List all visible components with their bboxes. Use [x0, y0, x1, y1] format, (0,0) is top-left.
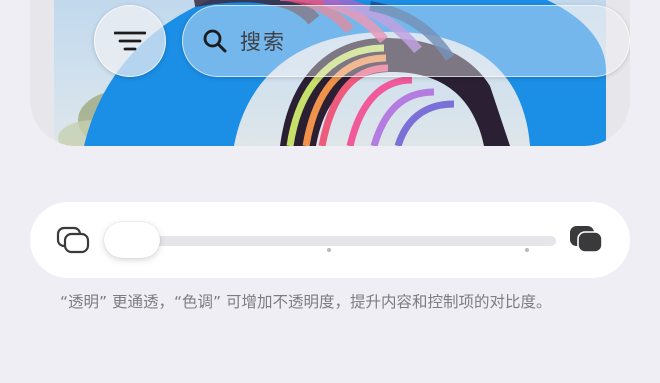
- search-placeholder: 搜索: [240, 30, 286, 54]
- filter-lines-icon: [114, 31, 146, 51]
- slider-tick: [327, 248, 331, 252]
- magnifier-icon: [203, 29, 227, 53]
- preview-phone: 搜索: [30, 0, 630, 146]
- appearance-slider-card: [30, 202, 630, 278]
- filter-button[interactable]: [94, 5, 166, 77]
- appearance-slider-track[interactable]: [104, 236, 556, 246]
- appearance-slider-knob[interactable]: [104, 222, 160, 258]
- slider-tick: [525, 248, 529, 252]
- transparent-layers-icon[interactable]: [56, 226, 90, 254]
- search-bar[interactable]: 搜索: [182, 5, 630, 77]
- appearance-footnote: “透明” 更通透，“色调” 可增加不透明度，提升内容和控制项的对比度。: [60, 293, 552, 311]
- tinted-layers-icon[interactable]: [568, 224, 604, 254]
